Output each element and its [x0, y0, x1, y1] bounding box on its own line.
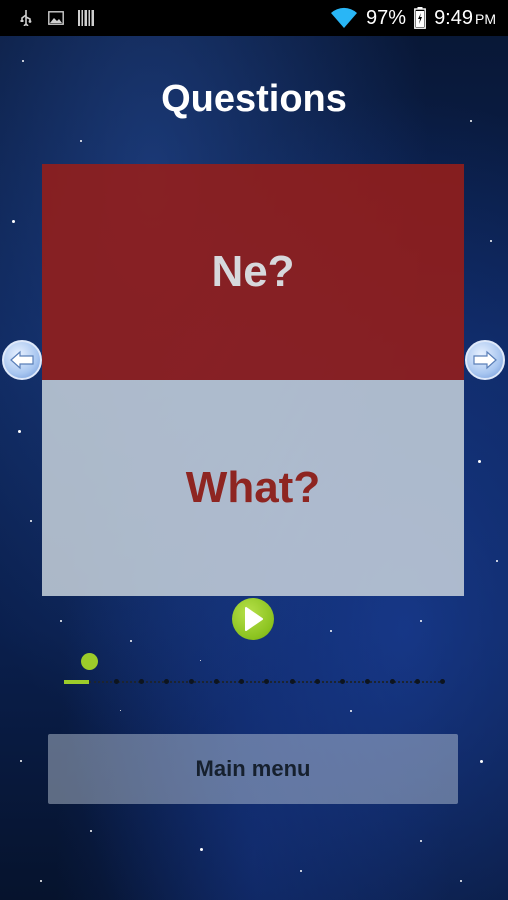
- flashcard[interactable]: Ne? What?: [42, 164, 464, 596]
- usb-icon: [18, 10, 34, 26]
- status-bar: 97% 9:49 PM: [0, 0, 508, 36]
- arrow-left-icon: [10, 350, 34, 370]
- page-title: Questions: [161, 78, 347, 120]
- play-icon: [245, 607, 263, 631]
- progress-dot: [414, 679, 420, 684]
- previous-card-button[interactable]: [2, 340, 42, 380]
- progress-slider-handle[interactable]: [81, 653, 98, 670]
- main-menu-button[interactable]: Main menu: [48, 734, 458, 804]
- image-icon: [48, 10, 64, 26]
- progress-dot: [264, 679, 270, 684]
- progress-dot: [239, 679, 245, 684]
- progress-dot: [164, 679, 170, 684]
- progress-dot: [440, 679, 445, 684]
- progress-dot: [189, 679, 195, 684]
- progress-fill: [64, 680, 89, 684]
- progress-dot: [114, 679, 119, 684]
- battery-icon: [414, 7, 426, 29]
- flashcard-answer-panel[interactable]: What?: [42, 380, 464, 596]
- progress-dot: [139, 679, 145, 684]
- battery-percent: 97%: [366, 6, 407, 29]
- barcode-icon: [78, 10, 94, 26]
- progress-dot: [389, 679, 395, 684]
- progress-dot: [364, 679, 370, 684]
- clock-time: 9:49: [434, 6, 473, 29]
- progress-dot: [314, 679, 320, 684]
- play-audio-button[interactable]: [232, 598, 274, 640]
- wifi-icon: [330, 7, 358, 29]
- flashcard-question-panel[interactable]: Ne?: [42, 164, 464, 380]
- arrow-right-icon: [473, 350, 497, 370]
- translation-word: What?: [185, 463, 321, 512]
- clock-ampm: PM: [475, 10, 496, 27]
- native-word: Ne?: [211, 247, 295, 296]
- progress-dot: [289, 679, 295, 684]
- progress-dot: [339, 679, 345, 684]
- progress-dot: [214, 679, 220, 684]
- next-card-button[interactable]: [465, 340, 505, 380]
- card-progress-slider[interactable]: [64, 650, 445, 690]
